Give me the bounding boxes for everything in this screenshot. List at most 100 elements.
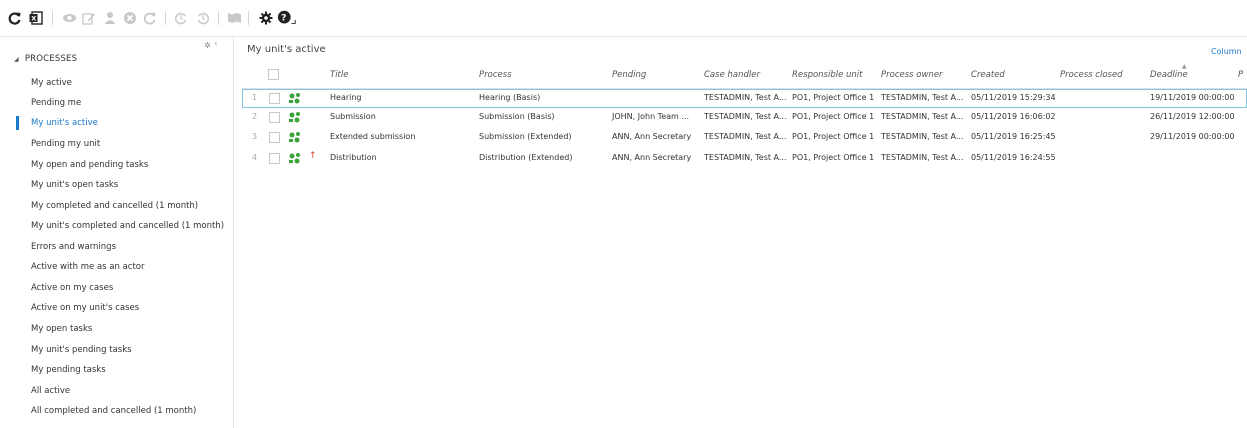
- map-icon[interactable]: [224, 8, 244, 28]
- toolbar-separator: [218, 11, 219, 25]
- row-number: 1: [252, 93, 258, 102]
- expand-triangle-icon: ◢: [14, 56, 19, 63]
- sidebar-settings-icon[interactable]: ✲: [204, 41, 211, 50]
- cell-title[interactable]: Extended submission: [330, 132, 415, 141]
- active-indicator: [16, 116, 19, 130]
- table-row[interactable]: 2 Submission Submission (Basis) JOHN, Jo…: [242, 109, 1247, 128]
- table-row[interactable]: 4 ↑ Distribution Distribution (Extended)…: [242, 150, 1247, 169]
- toolbar-separator: [52, 11, 53, 25]
- restart-icon[interactable]: [140, 8, 160, 28]
- refresh-icon[interactable]: [5, 8, 25, 28]
- sidebar-item-pending-me[interactable]: Pending me: [31, 95, 81, 111]
- sidebar-item-my-pending-tasks[interactable]: My pending tasks: [31, 362, 106, 378]
- cell-deadline: 26/11/2019 12:00:00: [1150, 112, 1235, 121]
- view-icon[interactable]: [59, 8, 79, 28]
- cell-responsible-unit: PO1, Project Office 1: [792, 132, 875, 141]
- cell-created: 05/11/2019 16:24:55: [971, 153, 1056, 162]
- row-number: 2: [252, 112, 258, 121]
- column-header-process[interactable]: Process: [479, 70, 512, 80]
- cell-title[interactable]: Hearing: [330, 93, 362, 102]
- sidebar-item-my-units-active[interactable]: My unit's active: [31, 115, 98, 131]
- process-icon: [289, 93, 300, 104]
- svg-text:X: X: [31, 15, 36, 23]
- table-row[interactable]: 1 Hearing Hearing (Basis) TESTADMIN, Tes…: [242, 89, 1247, 108]
- cell-pending: ANN, Ann Secretary: [612, 132, 692, 141]
- cell-process: Submission (Basis): [479, 112, 555, 121]
- cell-process: Submission (Extended): [479, 132, 572, 141]
- cell-process: Distribution (Extended): [479, 153, 573, 162]
- cell-process: Hearing (Basis): [479, 93, 541, 102]
- toolbar-separator: [248, 11, 249, 25]
- settings-gear-icon[interactable]: [256, 8, 276, 28]
- sidebar-item-errors-and-warnings[interactable]: Errors and warnings: [31, 239, 116, 255]
- cell-pending: ANN, Ann Secretary: [612, 153, 692, 162]
- column-header-process-closed[interactable]: Process closed: [1060, 70, 1123, 80]
- cell-created: 05/11/2019 16:06:02: [971, 112, 1056, 121]
- sidebar-item-my-open-tasks[interactable]: My open tasks: [31, 321, 92, 337]
- cell-case-handler: TESTADMIN, Test A...: [704, 112, 787, 121]
- sidebar-item-my-units-open-tasks[interactable]: My unit's open tasks: [31, 177, 118, 193]
- cell-title[interactable]: Submission: [330, 112, 376, 121]
- cell-deadline: 19/11/2019 00:00:00: [1150, 93, 1235, 102]
- cell-case-handler: TESTADMIN, Test A...: [704, 153, 787, 162]
- cell-process-owner: TESTADMIN, Test A...: [881, 93, 964, 102]
- priority-arrow-up-icon: ↑: [309, 151, 317, 161]
- user-icon[interactable]: [100, 8, 120, 28]
- sidebar: ✲ ‹ ◢ PROCESSES My active Pending me My u…: [0, 37, 234, 428]
- sidebar-item-my-active[interactable]: My active: [31, 75, 72, 91]
- column-header-responsible-unit[interactable]: Responsible unit: [792, 70, 863, 80]
- column-header-deadline[interactable]: Deadline: [1150, 70, 1188, 80]
- sidebar-item-my-completed-and-cancelled[interactable]: My completed and cancelled (1 month): [31, 198, 198, 214]
- sidebar-item-all-completed-and-cancelled[interactable]: All completed and cancelled (1 month): [31, 403, 196, 419]
- process-icon: [289, 132, 300, 143]
- sidebar-item-my-units-pending-tasks[interactable]: My unit's pending tasks: [31, 342, 132, 358]
- cell-responsible-unit: PO1, Project Office 1: [792, 153, 875, 162]
- row-checkbox[interactable]: [269, 132, 280, 143]
- column-header-p[interactable]: P: [1238, 70, 1243, 80]
- collapse-sidebar-icon[interactable]: ‹: [214, 39, 218, 49]
- grid-header: Title Process Pending Case handler Respo…: [242, 64, 1247, 89]
- table-row[interactable]: 3 Extended submission Submission (Extend…: [242, 129, 1247, 148]
- svg-text:?: ?: [281, 14, 286, 24]
- cell-case-handler: TESTADMIN, Test A...: [704, 132, 787, 141]
- column-chooser-link[interactable]: Column: [1211, 47, 1242, 56]
- row-checkbox[interactable]: [269, 153, 280, 164]
- toolbar: X ?: [0, 0, 1247, 37]
- cell-created: 05/11/2019 16:25:45: [971, 132, 1056, 141]
- excel-export-icon[interactable]: X: [26, 8, 46, 28]
- sidebar-item-my-units-completed-and-cancelled[interactable]: My unit's completed and cancelled (1 mon…: [31, 218, 224, 234]
- sidebar-item-active-on-my-cases[interactable]: Active on my cases: [31, 280, 113, 296]
- cell-created: 05/11/2019 15:29:34: [971, 93, 1056, 102]
- column-header-case-handler[interactable]: Case handler: [704, 70, 760, 80]
- timer-icon[interactable]: [171, 8, 191, 28]
- cell-responsible-unit: PO1, Project Office 1: [792, 112, 875, 121]
- row-checkbox[interactable]: [269, 112, 280, 123]
- sidebar-item-pending-my-unit[interactable]: Pending my unit: [31, 136, 100, 152]
- sort-ascending-icon: ▲: [1182, 63, 1187, 70]
- sidebar-section-header[interactable]: ◢ PROCESSES: [14, 54, 77, 64]
- process-icon: [289, 112, 300, 123]
- column-header-created[interactable]: Created: [971, 70, 1005, 80]
- help-icon[interactable]: ?: [277, 8, 297, 28]
- cell-case-handler: TESTADMIN, Test A...: [704, 93, 787, 102]
- row-number: 3: [252, 132, 258, 141]
- column-header-process-owner[interactable]: Process owner: [881, 70, 943, 80]
- process-icon: [289, 153, 300, 164]
- cell-pending: JOHN, John Team ...: [612, 112, 689, 121]
- toolbar-separator: [165, 11, 166, 25]
- select-all-checkbox[interactable]: [268, 69, 279, 80]
- edit-icon[interactable]: [79, 8, 99, 28]
- sidebar-item-all-active[interactable]: All active: [31, 383, 70, 399]
- cell-responsible-unit: PO1, Project Office 1: [792, 93, 875, 102]
- row-checkbox[interactable]: [269, 93, 280, 104]
- row-number: 4: [252, 153, 258, 162]
- column-header-pending[interactable]: Pending: [612, 70, 646, 80]
- page-title: My unit's active: [247, 44, 326, 55]
- sidebar-item-my-open-and-pending-tasks[interactable]: My open and pending tasks: [31, 157, 148, 173]
- sidebar-item-active-on-my-units-cases[interactable]: Active on my unit's cases: [31, 300, 139, 316]
- history-icon[interactable]: [193, 8, 213, 28]
- cancel-icon[interactable]: [120, 8, 140, 28]
- column-header-title[interactable]: Title: [330, 70, 348, 80]
- cell-title[interactable]: Distribution: [330, 153, 377, 162]
- sidebar-item-active-with-me-as-actor[interactable]: Active with me as an actor: [31, 259, 145, 275]
